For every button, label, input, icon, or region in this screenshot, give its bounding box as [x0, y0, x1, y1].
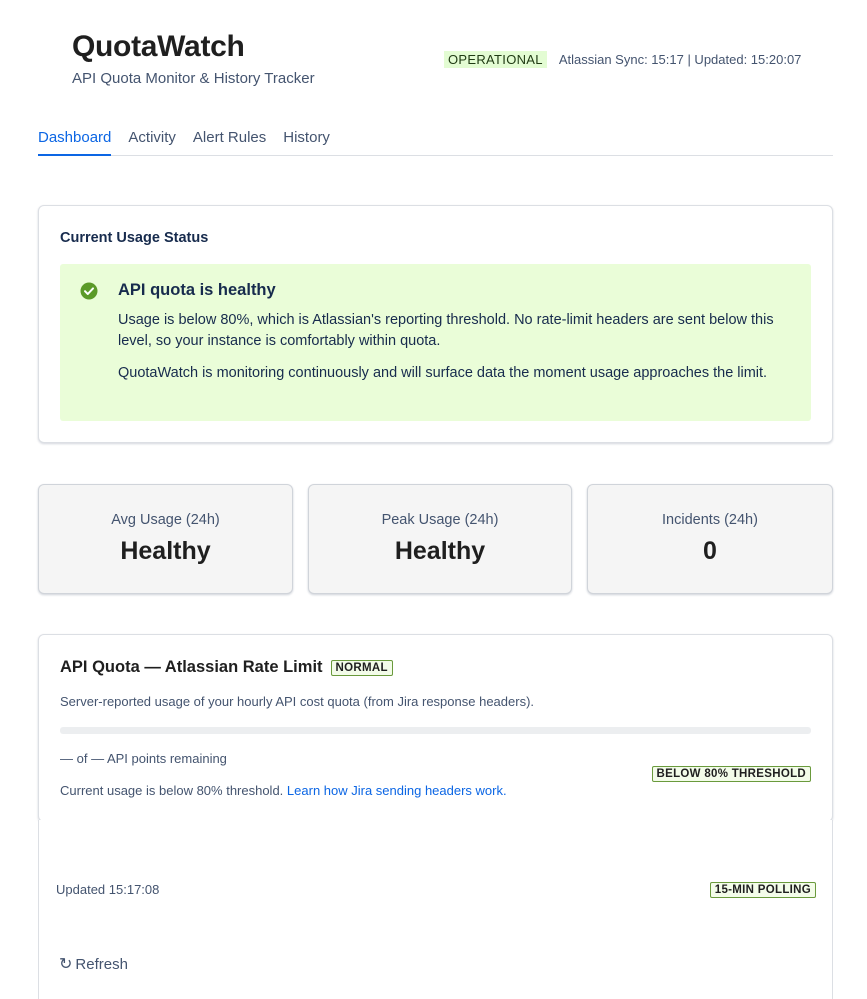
sync-status-text: Atlassian Sync: 15:17 | Updated: 15:20:0… — [558, 52, 802, 67]
polling-badge: 15-MIN POLLING — [709, 882, 816, 898]
healthy-description: Usage is below 80%, which is Atlassian's… — [118, 312, 774, 349]
refresh-label: Refresh — [75, 956, 128, 973]
polling-panel: Updated 15:17:08 15-MIN POLLING ↻ Refres… — [38, 820, 833, 999]
stat-label: Incidents (24h) — [662, 512, 758, 528]
stat-value: 0 — [703, 537, 717, 565]
stat-incidents: Incidents (24h) 0 — [587, 484, 833, 594]
tab-activity[interactable]: Activity — [128, 128, 176, 156]
last-updated: Updated 15:17:08 — [56, 882, 160, 897]
nav-tabs: Dashboard Activity Alert Rules History — [38, 128, 833, 156]
points-remaining: — of — API points remaining — [60, 751, 227, 766]
status-line: OPERATIONAL Atlassian Sync: 15:17 | Upda… — [444, 51, 801, 68]
operational-badge: OPERATIONAL — [444, 51, 547, 68]
monitoring-description: QuotaWatch is monitoring continuously an… — [118, 365, 768, 381]
refresh-button[interactable]: ↻ Refresh — [59, 956, 128, 973]
quota-header: API Quota — Atlassian Rate Limit NORMAL — [60, 658, 393, 677]
check-circle-icon — [80, 282, 98, 300]
tab-alert-rules[interactable]: Alert Rules — [193, 128, 266, 156]
current-usage-card: Current Usage Status API quota is health… — [38, 205, 833, 443]
threshold-badge: BELOW 80% THRESHOLD — [651, 766, 811, 782]
stat-label: Avg Usage (24h) — [111, 512, 220, 528]
app-subtitle: API Quota Monitor & History Tracker — [72, 70, 315, 87]
stat-avg-usage: Avg Usage (24h) Healthy — [38, 484, 293, 594]
quota-progress-bar — [60, 727, 811, 734]
app-title: QuotaWatch — [72, 30, 245, 63]
stat-label: Peak Usage (24h) — [381, 512, 499, 528]
stat-value: Healthy — [394, 537, 486, 565]
tab-dashboard[interactable]: Dashboard — [38, 128, 112, 156]
stat-value: Healthy — [120, 537, 211, 565]
learn-headers-link[interactable]: Learn how Jira sending headers work. — [287, 783, 507, 798]
healthy-notice: API quota is healthy Usage is below 80%,… — [60, 264, 811, 421]
normal-badge: NORMAL — [330, 659, 393, 676]
quota-description: Server-reported usage of your hourly API… — [60, 694, 535, 709]
current-usage-title: Current Usage Status — [60, 230, 209, 246]
usage-note-text: Current usage is below 80% threshold. — [60, 783, 284, 798]
tab-history[interactable]: History — [283, 128, 330, 156]
healthy-title: API quota is healthy — [118, 281, 276, 299]
usage-note: Current usage is below 80% threshold. Le… — [60, 783, 507, 798]
quota-title: API Quota — Atlassian Rate Limit — [60, 658, 323, 676]
refresh-icon: ↻ — [59, 955, 73, 973]
stat-peak-usage: Peak Usage (24h) Healthy — [308, 484, 572, 594]
api-quota-card: API Quota — Atlassian Rate Limit NORMAL … — [38, 634, 833, 822]
